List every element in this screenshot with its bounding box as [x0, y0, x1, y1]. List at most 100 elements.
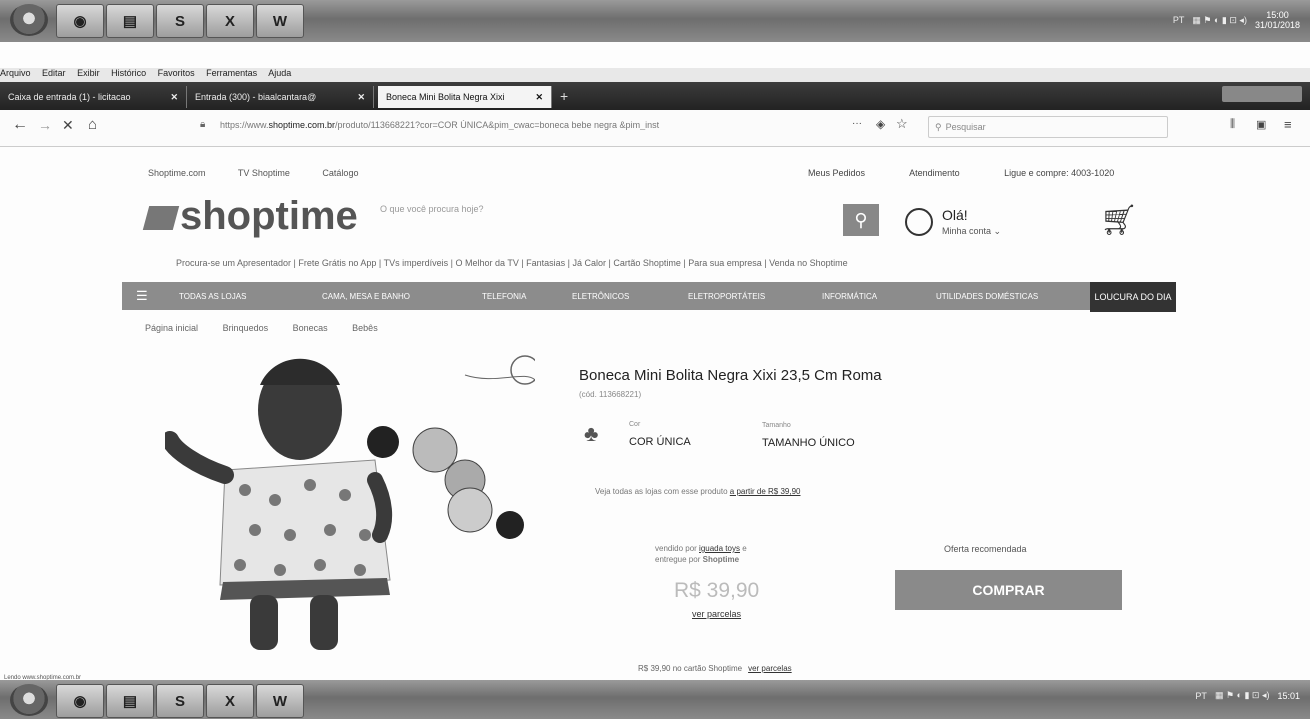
- nav-eletroportateis[interactable]: ELETROPORTÁTEIS: [688, 292, 765, 301]
- close-icon[interactable]: ✕: [170, 92, 178, 103]
- size-value[interactable]: TAMANHO ÚNICO: [762, 437, 855, 449]
- card-installments-link[interactable]: ver parcelas: [748, 664, 792, 673]
- sidebar-icon[interactable]: ▣: [1256, 118, 1266, 131]
- cart-icon[interactable]: 🛒︎: [1100, 203, 1138, 238]
- word-icon[interactable]: W: [256, 684, 304, 718]
- close-icon[interactable]: ✕: [357, 92, 365, 103]
- account-menu[interactable]: Minha conta ⌄: [942, 226, 1001, 237]
- clock[interactable]: 15:00 31/01/2018: [1255, 10, 1300, 30]
- browser-icon[interactable]: ◉: [56, 684, 104, 718]
- skype-icon[interactable]: S: [156, 684, 204, 718]
- menu-favoritos[interactable]: Favoritos: [158, 68, 195, 78]
- system-tray: PT ▦ ⚑ ◐ ▮ ⊡ ◂) 15:01: [1195, 690, 1300, 701]
- home-icon[interactable]: ⌂: [88, 116, 97, 133]
- crumb-bonecas[interactable]: Bonecas: [293, 323, 328, 333]
- tray-icons: ▦ ⚑ ◐ ▮ ⊡ ◂): [1214, 690, 1270, 700]
- nav-cama-mesa-banho[interactable]: CAMA, MESA E BANHO: [322, 292, 410, 301]
- tab-email-2[interactable]: Entrada (300) - biaalcantara@ ✕: [187, 86, 374, 108]
- site-search-button[interactable]: ⚲: [843, 204, 879, 236]
- account-label: Minha conta: [942, 226, 992, 236]
- clock[interactable]: 15:01: [1277, 691, 1300, 701]
- sold-by-text: vendido por: [655, 544, 697, 553]
- breadcrumb: Página inicial Brinquedos Bonecas Bebês: [145, 323, 400, 333]
- size-label: Tamanho: [762, 422, 791, 429]
- start-button[interactable]: [10, 684, 48, 716]
- nav-loucura-do-dia[interactable]: LOUCURA DO DIA: [1090, 282, 1176, 312]
- address-bar: ← → ✕ ⌂ 🔒︎ https://www.shoptime.com.br/p…: [0, 110, 1310, 147]
- seller-link[interactable]: iguada toys: [699, 544, 740, 553]
- excel-icon[interactable]: X: [206, 4, 254, 38]
- link-catalogo[interactable]: Catálogo: [322, 168, 358, 178]
- browser-search-input[interactable]: ⚲ Pesquisar: [928, 116, 1168, 138]
- excel-icon[interactable]: X: [206, 684, 254, 718]
- window-controls[interactable]: [1222, 86, 1302, 102]
- crumb-pagina-inicial[interactable]: Página inicial: [145, 323, 198, 333]
- crumb-bebes[interactable]: Bebês: [352, 323, 378, 333]
- product-image[interactable]: [165, 350, 535, 670]
- url-path: /produto/113668221?cor=COR ÚNICA&pim_cwa…: [335, 120, 660, 130]
- nav-telefonia[interactable]: TELEFONIA: [482, 292, 526, 301]
- price: R$ 39,90: [674, 579, 760, 602]
- tab-product[interactable]: Boneca Mini Bolita Negra Xixi ✕: [378, 86, 552, 108]
- link-atendimento[interactable]: Atendimento: [909, 168, 960, 178]
- word-icon[interactable]: W: [256, 4, 304, 38]
- other-stores-link[interactable]: a partir de R$ 39,90: [730, 487, 801, 496]
- forward-icon[interactable]: →: [38, 117, 52, 133]
- search-icon: ⚲: [854, 209, 868, 230]
- tab-label: Boneca Mini Bolita Negra Xixi: [386, 92, 505, 102]
- system-tray: PT ▦ ⚑ ◐ ▮ ⊡ ◂) 15:00 31/01/2018: [1173, 10, 1300, 30]
- link-meus-pedidos[interactable]: Meus Pedidos: [808, 168, 865, 178]
- user-avatar-icon[interactable]: [905, 208, 933, 236]
- start-button[interactable]: [10, 4, 48, 36]
- doll-thumbnail-icon[interactable]: ♣: [584, 421, 598, 447]
- link-tv-shoptime[interactable]: TV Shoptime: [238, 168, 290, 178]
- installments-link[interactable]: ver parcelas: [692, 609, 741, 619]
- nav-informatica[interactable]: INFORMÁTICA: [822, 292, 877, 301]
- seller-info: vendido por iguada toys e entregue por S…: [655, 543, 747, 565]
- tab-email-1[interactable]: Caixa de entrada (1) - licitacao ✕: [0, 86, 187, 108]
- clock-time: 15:00: [1266, 10, 1289, 20]
- menu-ferramentas[interactable]: Ferramentas: [206, 68, 257, 78]
- skype-icon[interactable]: S: [156, 4, 204, 38]
- menu-ajuda[interactable]: Ajuda: [268, 68, 291, 78]
- menu-historico[interactable]: Histórico: [111, 68, 146, 78]
- new-tab-icon[interactable]: +: [560, 88, 568, 104]
- chevron-down-icon: ⌄: [993, 226, 1002, 236]
- color-label: Cor: [629, 421, 641, 428]
- menu-editar[interactable]: Editar: [42, 68, 66, 78]
- folder-icon[interactable]: ▤: [106, 4, 154, 38]
- recommended-offer-label: Oferta recomendada: [944, 544, 1027, 554]
- phone-text: Ligue e compre: 4003-1020: [1004, 168, 1115, 178]
- url-field[interactable]: https://www.shoptime.com.br/produto/1136…: [220, 120, 820, 130]
- link-shoptime-com[interactable]: Shoptime.com: [148, 168, 206, 178]
- pocket-icon[interactable]: ◈: [876, 117, 885, 131]
- crumb-brinquedos[interactable]: Brinquedos: [223, 323, 269, 333]
- close-icon[interactable]: ✕: [535, 92, 543, 103]
- bookmark-star-icon[interactable]: ☆: [896, 116, 908, 132]
- folder-icon[interactable]: ▤: [106, 684, 154, 718]
- hamburger-icon[interactable]: ☰: [136, 288, 148, 304]
- menu-arquivo[interactable]: Arquivo: [0, 68, 31, 78]
- tab-label: Entrada (300) - biaalcantara@: [195, 92, 317, 102]
- sold-by-suffix: e: [742, 544, 747, 553]
- hamburger-menu-icon[interactable]: ≡: [1284, 117, 1292, 132]
- library-icon[interactable]: ⫼: [1230, 118, 1235, 131]
- shoptime-logo[interactable]: shoptime: [142, 194, 358, 239]
- nav-eletronicos[interactable]: ELETRÔNICOS: [572, 292, 629, 301]
- menu-exibir[interactable]: Exibir: [77, 68, 100, 78]
- buy-button[interactable]: COMPRAR: [895, 570, 1122, 610]
- back-icon[interactable]: ←: [12, 116, 28, 134]
- nav-utilidades[interactable]: UTILIDADES DOMÉSTICAS: [936, 292, 1038, 301]
- card-offer-text: R$ 39,90 no cartão Shoptime: [638, 664, 743, 673]
- site-search-input[interactable]: O que você procura hoje?: [380, 204, 830, 226]
- nav-todas-lojas[interactable]: TODAS AS LOJAS: [179, 292, 246, 301]
- color-value[interactable]: COR ÚNICA: [629, 436, 691, 448]
- card-offer: R$ 39,90 no cartão Shoptime ver parcelas: [638, 664, 792, 673]
- stop-icon[interactable]: ✕: [62, 117, 74, 134]
- logo-text: shoptime: [180, 194, 358, 238]
- lock-icon: 🔒︎: [200, 119, 206, 130]
- page-actions-icon[interactable]: ···: [852, 118, 862, 129]
- browser-icon[interactable]: ◉: [56, 4, 104, 38]
- promo-links[interactable]: Procura-se um Apresentador | Frete Gráti…: [176, 258, 848, 268]
- logo-mark-icon: [142, 206, 180, 231]
